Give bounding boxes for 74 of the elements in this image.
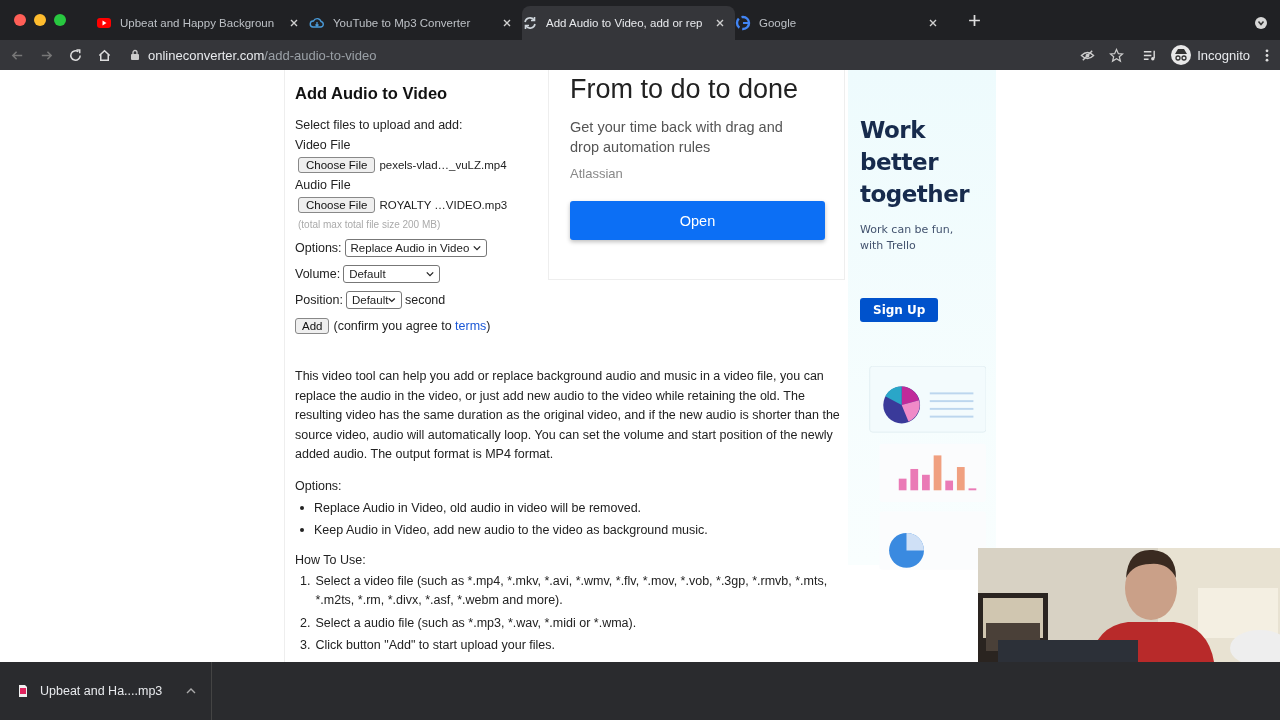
step-number: 3. [300,637,311,654]
ad-text: Get your time back with drag and drop automation rules [570,118,784,157]
minimize-window-icon[interactable] [34,14,46,26]
choose-file-button[interactable]: Choose File [298,157,376,173]
incognito-icon [1171,45,1192,65]
setting-label: Volume: [295,267,341,281]
list-item: Replace Audio in Video, old audio in video will be removed. [314,499,642,517]
eye-slash-icon[interactable] [1080,47,1096,63]
close-icon[interactable] [502,18,512,28]
step-number: 1. [300,572,311,590]
ad-text: Work can be fun, with Trello [860,222,955,254]
file-name: ROYALTY …VIDEO.mp3 [379,199,508,211]
section-heading: How To Use: [295,551,367,569]
tab-search-icon[interactable] [1254,16,1268,30]
sign-up-button[interactable]: Sign Up [860,298,939,322]
close-icon[interactable] [289,18,299,28]
new-tab-icon[interactable] [968,13,981,27]
lock-icon [130,49,140,61]
bullet-icon [300,505,304,510]
description-paragraph: This video tool can help you add or replace background audio and music in a video file, you can replace the audio in the video, or just add new audio to the video while retaining the old. The resulting video has the same duration as the original video, and if the new audio is shorter than the source video, audio will automatically loop. You can set the volume and start position of the newly added audio. The output format is MP4 format. [295,368,840,463]
home-icon[interactable] [97,47,112,63]
url-text: onlineconverter.com/add-audio-to-video [148,47,378,63]
chevron-up-icon[interactable] [186,688,197,694]
ad-headline: Work better together [860,116,971,209]
intro-text: Select files to upload and add: [295,117,464,134]
bullet-icon [300,527,304,532]
close-window-icon[interactable] [14,14,26,26]
list-item: Keep Audio in Video, add new audio to the video as background music. [314,521,708,539]
download-item[interactable]: Upbeat and Ha....mp3 [0,662,212,720]
refresh-arrows-icon [522,15,538,31]
star-icon[interactable] [1109,47,1125,63]
step-text: Select a video file (such as *.mp4, *.mkv, *.avi, *.wmv, *.flv, *.mov, *.vob, *.3gp, *.rmvb, *.mts, *.m2ts, *.rm, *.divx, *.asf, *.webm and more). [315,572,829,609]
file-icon [18,685,28,697]
field-label: Video File [295,137,352,154]
browser-tab[interactable]: Google [735,6,948,40]
step-text: Select a audio file (such as *.mp3, *.wav, *.midi or *.wma). [315,614,637,632]
step-text: Click button "Add" to start upload your files. [315,637,555,654]
size-note: (total max total file size 200 MB) [298,219,442,230]
open-button[interactable]: Open [570,201,825,240]
terms-link[interactable]: terms [455,319,487,333]
browser-tab[interactable]: Add Audio to Video, add or rep [522,6,735,40]
tab-title: Google [759,17,798,29]
browser-tab[interactable]: YouTube to Mp3 Converter [309,6,522,40]
setting-label: Options: [295,241,342,255]
section-heading: Options: [295,477,343,495]
dropdown[interactable]: Replace Audio in Video [344,239,487,257]
maximize-window-icon[interactable] [54,14,66,26]
tab-title: YouTube to Mp3 Converter [333,17,472,29]
caret-icon [426,271,435,277]
close-icon[interactable] [928,18,938,28]
cloud-download-icon [309,15,325,31]
tab-title: Upbeat and Happy Backgroun [120,17,276,29]
caret-icon [472,245,481,251]
field-label: Audio File [295,177,352,194]
tab-title: Add Audio to Video, add or rep [546,17,704,29]
more-icon[interactable] [1264,47,1270,63]
dropdown[interactable]: Default [345,291,402,309]
unit-label: second [404,293,446,307]
file-name: pexels-vlad…_vuLZ.mp4 [379,159,507,171]
ad-brand: Atlassian [570,166,624,181]
incognito-profile[interactable]: Incognito [1171,45,1250,65]
tool-title: Add Audio to Video [295,84,449,103]
confirm-text: (confirm you agree to terms) [333,319,491,333]
add-button[interactable]: Add [295,318,330,334]
choose-file-button[interactable]: Choose File [298,197,376,213]
reload-icon[interactable] [68,47,83,63]
close-icon[interactable] [715,18,725,28]
video-play-icon [96,15,112,31]
caret-icon [388,297,396,303]
ad-headline: From to do to done [570,74,800,105]
step-number: 2. [300,614,311,632]
setting-label: Position: [295,293,343,307]
dropdown[interactable]: Default [343,265,441,283]
browser-tab[interactable]: Upbeat and Happy Backgroun [96,6,309,40]
